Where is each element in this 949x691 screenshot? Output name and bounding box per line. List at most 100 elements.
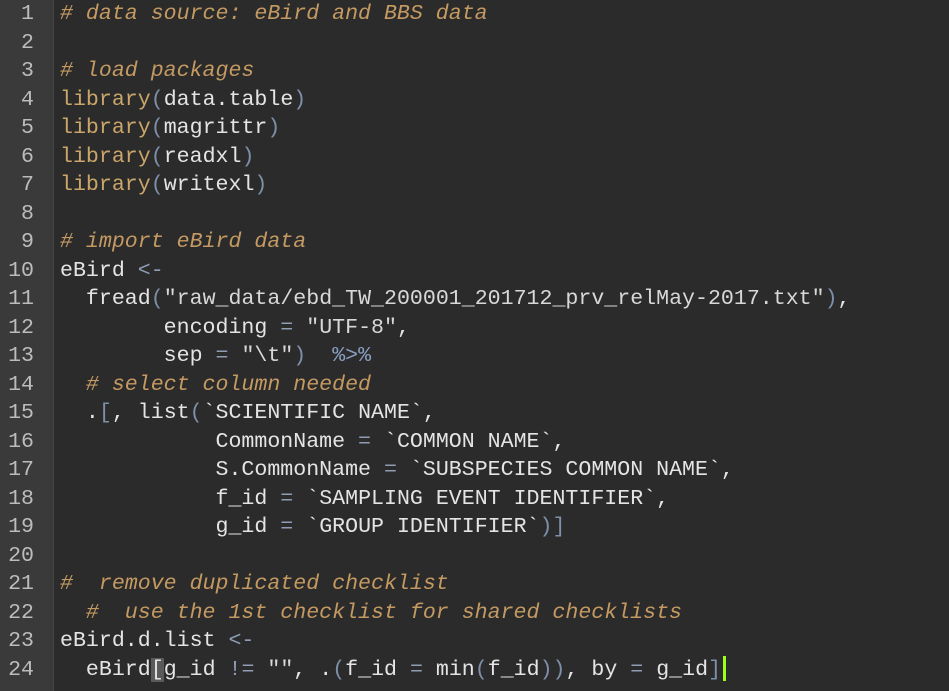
code-text[interactable]: # use the 1st checklist for shared check… [60,599,682,628]
code-token: ( [150,87,164,112]
code-token: )) [539,657,566,682]
code-line[interactable]: 16 CommonName = `COMMON NAME`, [0,428,949,457]
code-token: "UTF-8" [306,315,397,340]
code-text[interactable]: library(data.table) [60,86,306,115]
code-token: = [280,486,294,511]
code-token: ( [332,657,346,682]
code-line[interactable]: 5 library(magrittr) [0,114,949,143]
code-token: library [60,144,151,169]
code-text[interactable]: f_id = `SAMPLING EVENT IDENTIFIER`, [60,485,670,514]
code-line[interactable]: 14 # select column needed [0,371,949,400]
code-line[interactable]: 9 # import eBird data [0,228,949,257]
code-line[interactable]: 2 [0,29,949,58]
code-text[interactable]: # select column needed [60,371,371,400]
code-text[interactable]: sep = "\t") %>% [60,342,371,371]
code-text[interactable]: library(readxl) [60,143,254,172]
code-line[interactable]: 7 library(writexl) [0,171,949,200]
code-token: ( [150,144,164,169]
code-token: %>% [332,344,372,368]
code-token: "" [267,657,294,682]
line-number: 12 [8,315,34,340]
code-text[interactable]: .[, list(`SCIENTIFIC NAME`, [60,399,436,428]
code-token: )] [539,515,566,539]
code-line[interactable]: 13 sep = "\t") %>% [0,342,949,371]
code-token: sep [60,344,216,368]
code-text[interactable]: CommonName = `COMMON NAME`, [60,428,566,457]
code-token: library [60,173,151,197]
code-token: g_id [60,515,281,539]
code-text[interactable]: g_id = `GROUP IDENTIFIER`)] [60,513,566,542]
code-token: , . [293,657,333,682]
code-token: ( [150,173,164,197]
code-comment: # import eBird data [60,230,307,254]
code-text[interactable]: S.CommonName = `SUBSPECIES COMMON NAME`, [60,456,734,485]
code-line[interactable]: 12 encoding = "UTF-8", [0,314,949,343]
code-text[interactable]: library(magrittr) [60,114,280,143]
code-token: , [396,315,410,340]
line-number: 24 [8,657,34,682]
code-line[interactable]: 22 # use the 1st checklist for shared ch… [0,599,949,628]
line-number: 18 [8,486,34,511]
code-line[interactable]: 21 # remove duplicated checklist [0,570,949,599]
code-line[interactable]: 17 S.CommonName = `SUBSPECIES COMMON NAM… [0,456,949,485]
code-token: readxl [163,144,242,169]
line-number: 10 [8,258,34,283]
code-line[interactable]: 10 eBird <- [0,257,949,286]
text-cursor [723,656,727,682]
line-number: 17 [8,458,34,482]
code-text[interactable]: # data source: eBird and BBS data [60,0,488,29]
code-text[interactable]: eBird <- [60,257,164,286]
code-line[interactable]: 23 eBird.d.list <- [0,627,949,656]
code-comment: # select column needed [60,372,372,397]
code-text[interactable]: # remove duplicated checklist [60,570,449,599]
code-line[interactable]: 20 [0,542,949,571]
code-token: `SCIENTIFIC NAME` [202,401,423,425]
code-token: data.table [163,87,294,112]
line-number: 11 [8,287,34,311]
code-line[interactable]: 11 fread("raw_data/ebd_TW_200001_201712_… [0,285,949,314]
code-line[interactable]: 1 # data source: eBird and BBS data [0,0,949,29]
code-text[interactable]: # import eBird data [60,228,306,257]
code-line[interactable]: 4 library(data.table) [0,86,949,115]
code-editor[interactable]: 1 # data source: eBird and BBS data 2 3 # lo… [0,0,949,691]
code-token: ) [254,173,268,197]
code-token: , [422,401,436,425]
code-line[interactable]: 15 .[, list(`SCIENTIFIC NAME`, [0,399,949,428]
code-line[interactable]: 24 eBird[g_id != "", .(f_id = min(f_id))… [0,656,949,685]
line-number: 20 [8,543,34,568]
code-line[interactable]: 19 g_id = `GROUP IDENTIFIER`)] [0,513,949,542]
code-line[interactable]: 3 # load packages [0,57,949,86]
code-token: `SUBSPECIES COMMON NAME` [409,458,721,482]
code-comment: # use the 1st checklist for shared check… [60,600,683,625]
code-token: = [215,344,229,368]
line-number: 5 [21,116,34,140]
code-token: f_id [60,486,281,511]
code-text[interactable]: eBird.d.list <- [60,627,254,656]
code-text[interactable]: encoding = "UTF-8", [60,314,410,343]
code-token: magrittr [163,116,268,140]
code-line[interactable]: 8 [0,200,949,229]
line-number: 1 [21,2,34,26]
line-number: 4 [21,87,34,112]
line-number: 23 [8,629,34,653]
code-token: "raw_data/ebd_TW_200001_201712_prv_relMa… [163,287,825,311]
code-token: CommonName [60,429,359,454]
code-text[interactable]: eBird[g_id != "", .(f_id = min(f_id)), b… [60,656,727,685]
code-token: , [837,287,851,311]
code-token: = [280,515,294,539]
code-token: <- [137,258,164,283]
code-line[interactable]: 18 f_id = `SAMPLING EVENT IDENTIFIER`, [0,485,949,514]
code-line[interactable]: 6 library(readxl) [0,143,949,172]
code-text[interactable]: library(writexl) [60,171,267,200]
code-text[interactable]: # load packages [60,57,254,86]
line-number: 16 [8,429,34,454]
code-token: ] [708,657,722,682]
code-token: g_id [643,657,709,682]
code-token: "\t" [241,344,294,368]
code-text[interactable]: fread("raw_data/ebd_TW_200001_201712_prv… [60,285,851,314]
line-number: 19 [8,515,34,539]
